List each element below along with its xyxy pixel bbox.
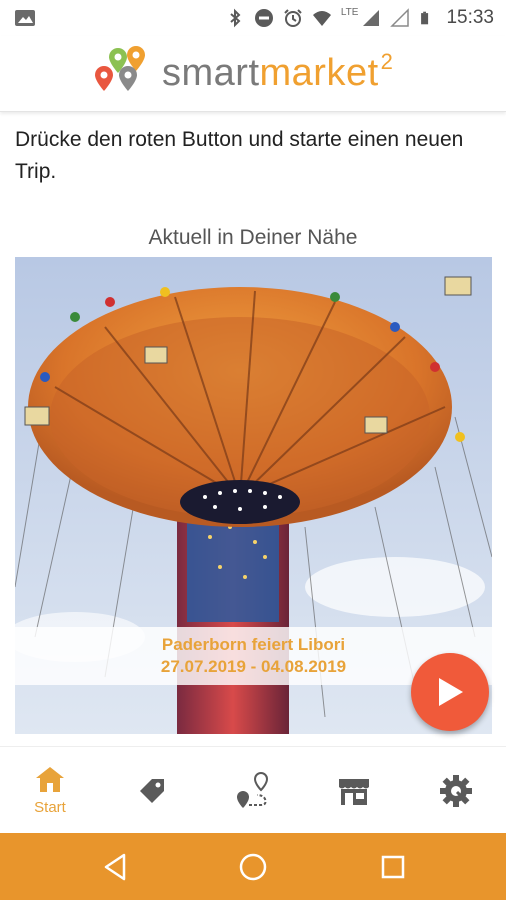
do-not-disturb-icon: [254, 9, 273, 27]
logo-text-smart: smart: [162, 52, 260, 94]
system-navigation-bar: [0, 833, 506, 900]
logo-text-market: market: [259, 52, 379, 94]
bottom-navigation: Start: [0, 746, 506, 833]
image-icon: [15, 10, 35, 26]
bluetooth-icon: [230, 8, 241, 28]
app-logo-wordmark: smartmarket2: [162, 49, 394, 95]
status-time: 15:33: [446, 7, 494, 28]
home-icon: [36, 767, 64, 792]
tag-icon: [140, 779, 164, 803]
nav-item-start[interactable]: Start: [0, 747, 100, 834]
settings-icon: [440, 775, 472, 807]
intro-text: Drücke den roten Button und starte einen…: [15, 128, 464, 183]
status-bar: LTE 15:33: [0, 0, 506, 36]
back-icon[interactable]: [98, 849, 134, 885]
logo-superscript: 2: [380, 49, 394, 74]
store-icon: [339, 779, 369, 805]
nav-item-settings[interactable]: [406, 747, 506, 834]
recent-apps-icon[interactable]: [375, 849, 411, 885]
start-trip-button[interactable]: [411, 653, 489, 731]
app-bar: smartmarket2: [0, 36, 506, 112]
nav-item-offers[interactable]: [102, 747, 202, 834]
home-circle-icon[interactable]: [235, 849, 271, 885]
wifi-icon: [312, 11, 331, 26]
network-type-label: LTE: [340, 6, 359, 18]
section-title: Aktuell in Deiner Nähe: [148, 226, 358, 249]
signal-icon: [363, 10, 380, 26]
signal-icon: [390, 8, 410, 27]
nav-item-route[interactable]: [203, 747, 303, 834]
event-title: Paderborn feiert Libori: [161, 635, 346, 654]
smartmarket-logo-icon: [95, 46, 145, 91]
nav-item-stores[interactable]: [304, 747, 404, 834]
alarm-icon: [284, 9, 302, 27]
battery-icon: [421, 11, 429, 25]
route-icon: [237, 771, 269, 808]
play-icon: [439, 678, 463, 706]
nav-item-label: Start: [34, 799, 66, 816]
